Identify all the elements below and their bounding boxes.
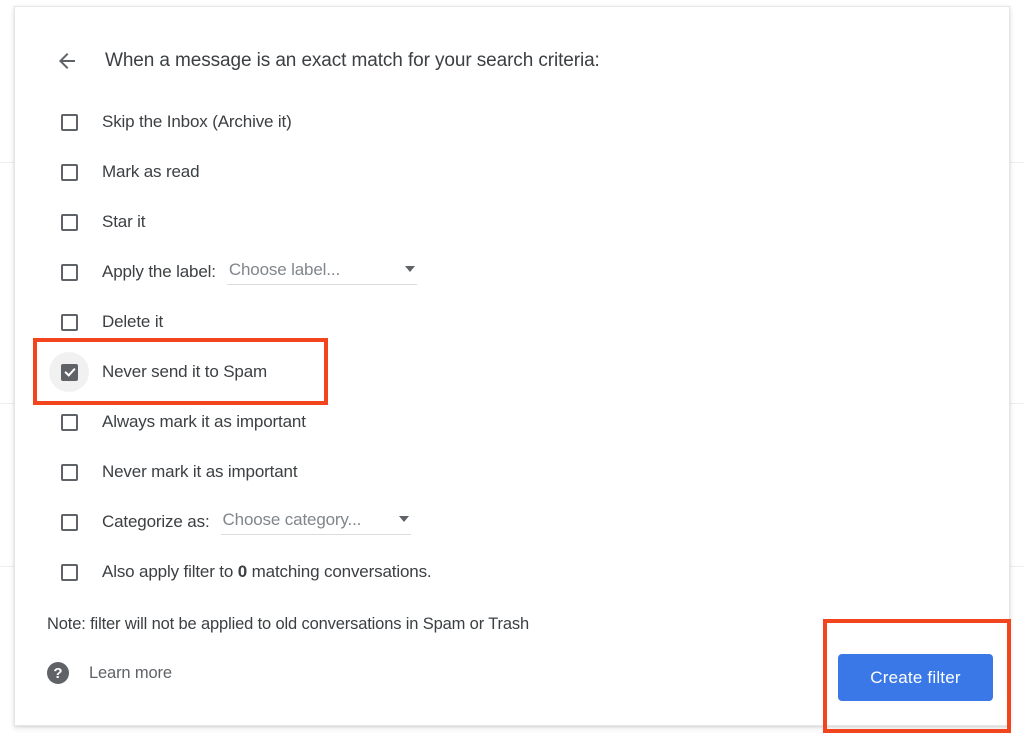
also-apply-suffix: matching conversations. (247, 562, 432, 581)
create-filter-panel: When a message is an exact match for you… (14, 6, 1011, 733)
filter-note: Note: filter will not be applied to old … (47, 615, 530, 633)
option-label: Mark as read (102, 162, 200, 181)
option-label: Never send it to Spam (102, 362, 268, 381)
checkbox-box-icon (60, 263, 78, 281)
chevron-down-icon (404, 265, 415, 272)
option-label: Skip the Inbox (Archive it) (102, 112, 292, 131)
option-label: Apply the label: (102, 262, 216, 281)
also-apply-prefix: Also apply filter to (102, 562, 238, 581)
filter-actions-list: Skip the Inbox (Archive it) Mark as read… (15, 97, 1009, 597)
checkbox-checked-icon (60, 363, 78, 381)
option-row-delete-it[interactable]: Delete it (15, 297, 1009, 347)
checkbox-box-icon (60, 213, 78, 231)
checkbox-never-mark-important[interactable] (49, 452, 89, 492)
option-label: Categorize as: (102, 512, 210, 531)
panel-header: When a message is an exact match for you… (15, 37, 600, 85)
help-circle-icon: ? (47, 662, 69, 684)
option-label: Star it (102, 212, 146, 231)
category-dropdown-value: Choose category... (222, 509, 362, 529)
option-row-never-mark-important[interactable]: Never mark it as important (15, 447, 1009, 497)
checkbox-star-it[interactable] (49, 202, 89, 242)
option-row-always-mark-important[interactable]: Always mark it as important (15, 397, 1009, 447)
option-label: Always mark it as important (102, 412, 306, 431)
option-row-never-send-to-spam[interactable]: Never send it to Spam (15, 347, 1009, 397)
label-dropdown-value: Choose label... (228, 259, 341, 279)
checkbox-box-icon (60, 413, 78, 431)
checkbox-box-icon (60, 513, 78, 531)
category-dropdown[interactable]: Choose category... (220, 509, 411, 535)
matching-count: 0 (237, 562, 248, 581)
create-filter-button[interactable]: Create filter (838, 654, 993, 701)
checkbox-categorize-as[interactable] (49, 502, 89, 542)
checkbox-box-icon (60, 163, 78, 181)
option-label: Also apply filter to 0 matching conversa… (102, 562, 432, 582)
option-row-star-it[interactable]: Star it (15, 197, 1009, 247)
option-label: Delete it (102, 312, 164, 331)
checkbox-delete-it[interactable] (49, 302, 89, 342)
checkbox-always-mark-important[interactable] (49, 402, 89, 442)
learn-more-label: Learn more (89, 663, 172, 682)
checkbox-box-icon (60, 463, 78, 481)
label-dropdown[interactable]: Choose label... (226, 259, 417, 285)
checkbox-box-icon (60, 313, 78, 331)
learn-more-link[interactable]: ? Learn more (47, 662, 172, 684)
checkbox-box-icon (60, 113, 78, 131)
checkbox-also-apply-filter[interactable] (49, 552, 89, 592)
option-row-apply-label[interactable]: Apply the label: Choose label... (15, 247, 1009, 297)
checkbox-never-send-to-spam[interactable] (49, 352, 89, 392)
page-title: When a message is an exact match for you… (105, 50, 600, 71)
option-row-also-apply-filter[interactable]: Also apply filter to 0 matching conversa… (15, 547, 1009, 597)
checkbox-mark-as-read[interactable] (49, 152, 89, 192)
option-label: Never mark it as important (102, 462, 298, 481)
option-row-skip-inbox[interactable]: Skip the Inbox (Archive it) (15, 97, 1009, 147)
option-row-categorize-as[interactable]: Categorize as: Choose category... (15, 497, 1009, 547)
checkbox-skip-inbox[interactable] (49, 102, 89, 142)
checkbox-box-icon (60, 563, 78, 581)
chevron-down-icon (398, 515, 409, 522)
option-row-mark-as-read[interactable]: Mark as read (15, 147, 1009, 197)
checkbox-apply-label[interactable] (49, 252, 89, 292)
arrow-left-icon[interactable] (43, 37, 91, 85)
